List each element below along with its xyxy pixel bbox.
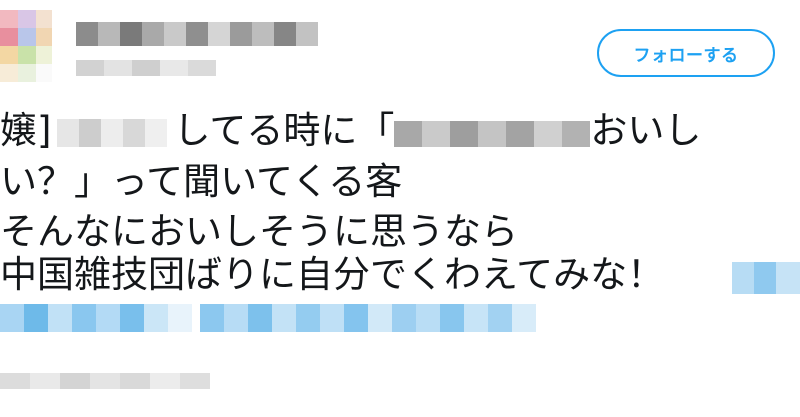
redacted-word bbox=[394, 113, 591, 153]
avatar[interactable] bbox=[0, 10, 52, 82]
tweet-card: フォローする 嬢] してる時に「 おいし い？」って聞いてくる客 そんなにおいし… bbox=[0, 0, 800, 417]
tweet-text-segment: してる時に「 bbox=[173, 109, 395, 152]
tweet-text-segment: 中国雑技団ばりに自分でくわえてみな！ bbox=[0, 253, 665, 296]
tweet-text-line-4: 中国雑技団ばりに自分でくわえてみな！ bbox=[0, 253, 664, 297]
hashtag-link[interactable] bbox=[732, 262, 800, 294]
tweet-timestamp[interactable] bbox=[0, 370, 210, 392]
tweet-text-line-2: い？」って聞いてくる客 bbox=[0, 160, 403, 203]
display-name[interactable] bbox=[76, 18, 326, 48]
redacted-word bbox=[57, 113, 168, 153]
tweet-text-line-1: 嬢] してる時に「 おいし bbox=[0, 109, 701, 153]
tweet-text-segment: 嬢] bbox=[0, 109, 52, 152]
follow-button[interactable]: フォローする bbox=[597, 29, 775, 77]
tweet-link[interactable] bbox=[0, 300, 550, 336]
tweet-text-line-3: そんなにおいしそうに思うなら bbox=[0, 210, 518, 253]
user-handle[interactable] bbox=[76, 58, 216, 78]
tweet-text-segment: おいし bbox=[590, 109, 702, 152]
